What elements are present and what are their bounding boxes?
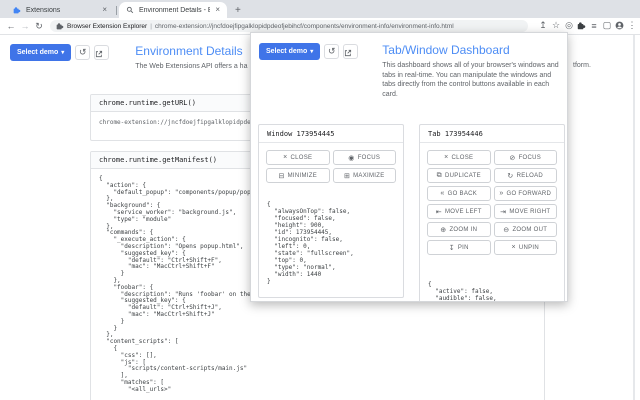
reading-list-icon[interactable]: ≡ xyxy=(589,21,599,31)
profile-avatar[interactable] xyxy=(615,21,624,30)
popup-description: This dashboard shows all of your browser… xyxy=(382,61,566,99)
tab-label: Environment Details - Browser xyxy=(139,7,210,14)
toolbar-icons: ↥ ☆ ◎ ≡ ▢ ⋮ xyxy=(538,20,637,31)
forward-icon[interactable]: → xyxy=(18,21,32,31)
move-left-icon: ⇤ xyxy=(436,208,442,216)
tab-close-icon[interactable]: × xyxy=(215,6,220,14)
extensions-toolbar-puzzle-icon[interactable] xyxy=(577,21,586,30)
select-demo-button[interactable]: Select demo ▾ xyxy=(259,43,320,60)
extension-name: Browser Extension Explorer xyxy=(67,23,147,30)
zoom-out-icon: ⊖ xyxy=(503,226,509,234)
tab-close-icon[interactable]: × xyxy=(102,6,107,14)
close-icon: × xyxy=(444,154,448,161)
window-json: { "alwaysOnTop": false, "focused": false… xyxy=(267,201,395,285)
window-card-buttons: ×CLOSE ◉FOCUS ⊟MINIMIZE ⊞MAXIMIZE xyxy=(266,150,396,183)
reset-demo-button[interactable]: ↺ xyxy=(324,44,339,59)
new-tab-button[interactable]: + xyxy=(235,5,241,16)
chevron-down-icon: ▾ xyxy=(61,49,64,56)
tab-environment-details[interactable]: Environment Details - Browser × xyxy=(119,2,227,18)
tab-go-back-button[interactable]: «GO BACK xyxy=(427,186,491,201)
close-icon: × xyxy=(283,154,287,161)
share-icon[interactable]: ↥ xyxy=(538,20,548,31)
rewind-icon: « xyxy=(440,190,444,197)
tab-strip: Extensions × Environment Details - Brows… xyxy=(0,0,640,18)
magnifier-favicon-icon xyxy=(126,6,134,14)
reset-demo-button[interactable]: ↺ xyxy=(75,45,90,60)
side-panel-icon[interactable]: ▢ xyxy=(602,20,612,31)
window-minimize-button[interactable]: ⊟MINIMIZE xyxy=(266,168,330,183)
tab-divider xyxy=(116,6,117,15)
tab-extensions[interactable]: Extensions × xyxy=(6,2,114,18)
extensions-puzzle-icon xyxy=(13,6,21,14)
tab-json: { "active": false, "audible": false, xyxy=(428,281,556,302)
reload-icon[interactable]: ↻ xyxy=(32,21,46,32)
window-maximize-button[interactable]: ⊞MAXIMIZE xyxy=(333,168,397,183)
pin-icon: ↧ xyxy=(449,244,455,252)
eye-icon: ◉ xyxy=(348,154,354,162)
environment-details-header: Select demo ▾ ↺ Environment Details The … xyxy=(10,44,247,72)
open-in-new-button[interactable] xyxy=(94,45,109,60)
window-focus-button[interactable]: ◉FOCUS xyxy=(333,150,397,165)
window-card: Window 173954445 ×CLOSE ◉FOCUS ⊟MINIMIZE… xyxy=(258,124,404,298)
tab-go-forward-button[interactable]: »GO FORWARD xyxy=(494,186,558,201)
open-in-new-button[interactable] xyxy=(343,44,358,59)
move-right-icon: ⇥ xyxy=(500,208,506,216)
page-title: Environment Details xyxy=(135,44,247,58)
address-bar[interactable]: Browser Extension Explorer | chrome-exte… xyxy=(50,20,528,32)
popup-title: Tab/Window Dashboard xyxy=(382,43,566,57)
maximize-icon: ⊞ xyxy=(344,172,350,180)
address-url: chrome-extension://jncfdoejfipgalklopidp… xyxy=(155,23,454,30)
popup-title-block: Tab/Window Dashboard This dashboard show… xyxy=(382,43,566,99)
extension-page-puzzle-icon xyxy=(56,22,64,30)
browser-window: Extensions × Environment Details - Brows… xyxy=(0,0,640,400)
zoom-in-icon: ⊕ xyxy=(440,226,446,234)
reload-icon: ↻ xyxy=(507,172,513,180)
address-divider: | xyxy=(150,23,152,30)
tab-card-buttons: ×CLOSE ⊘FOCUS ⧉DUPLICATE ↻RELOAD «GO BAC… xyxy=(427,150,557,255)
popup-header: Select demo ▾ ↺ Tab/Window Dashboard Thi… xyxy=(259,43,566,99)
tab-window-dashboard-popup: Select demo ▾ ↺ Tab/Window Dashboard Thi… xyxy=(250,32,568,302)
chevron-down-icon: ▾ xyxy=(310,48,313,55)
tab-zoom-in-button[interactable]: ⊕ZOOM IN xyxy=(427,222,491,237)
window-close-button[interactable]: ×CLOSE xyxy=(266,150,330,165)
select-demo-button[interactable]: Select demo ▾ xyxy=(10,44,71,61)
page-scrollbar[interactable] xyxy=(633,35,635,400)
tab-pin-button[interactable]: ↧PIN xyxy=(427,240,491,255)
tab-label: Extensions xyxy=(26,7,97,14)
tab-reload-button[interactable]: ↻RELOAD xyxy=(494,168,558,183)
open-in-new-icon xyxy=(95,50,103,58)
fast-forward-icon: » xyxy=(499,190,503,197)
back-icon[interactable]: ← xyxy=(4,21,18,31)
window-card-title: Window 173954445 xyxy=(259,125,403,143)
unpin-icon: × xyxy=(511,244,515,251)
tab-duplicate-button[interactable]: ⧉DUPLICATE xyxy=(427,168,491,183)
tab-focus-button[interactable]: ⊘FOCUS xyxy=(494,150,558,165)
tab-unpin-button[interactable]: ×UNPIN xyxy=(494,240,558,255)
eye-off-icon: ⊘ xyxy=(509,154,515,162)
tab-close-button[interactable]: ×CLOSE xyxy=(427,150,491,165)
menu-dots-icon[interactable]: ⋮ xyxy=(627,20,637,31)
bookmark-star-icon[interactable]: ☆ xyxy=(551,20,561,31)
page-title-block: Environment Details The Web Extensions A… xyxy=(135,44,247,72)
open-in-new-icon xyxy=(344,49,352,57)
minimize-icon: ⊟ xyxy=(278,172,284,180)
page-description-fragment: The Web Extensions API offers a ha xyxy=(135,62,247,72)
tab-card: Tab 173954446 ×CLOSE ⊘FOCUS ⧉DUPLICATE ↻… xyxy=(419,124,565,302)
tab-move-left-button[interactable]: ⇤MOVE LEFT xyxy=(427,204,491,219)
tab-zoom-out-button[interactable]: ⊖ZOOM OUT xyxy=(494,222,558,237)
tab-move-right-button[interactable]: ⇥MOVE RIGHT xyxy=(494,204,558,219)
duplicate-icon: ⧉ xyxy=(437,172,442,180)
zoom-lens-icon[interactable]: ◎ xyxy=(564,20,574,31)
page-description-fragment-right: tform. xyxy=(573,62,591,69)
tab-card-title: Tab 173954446 xyxy=(420,125,564,143)
